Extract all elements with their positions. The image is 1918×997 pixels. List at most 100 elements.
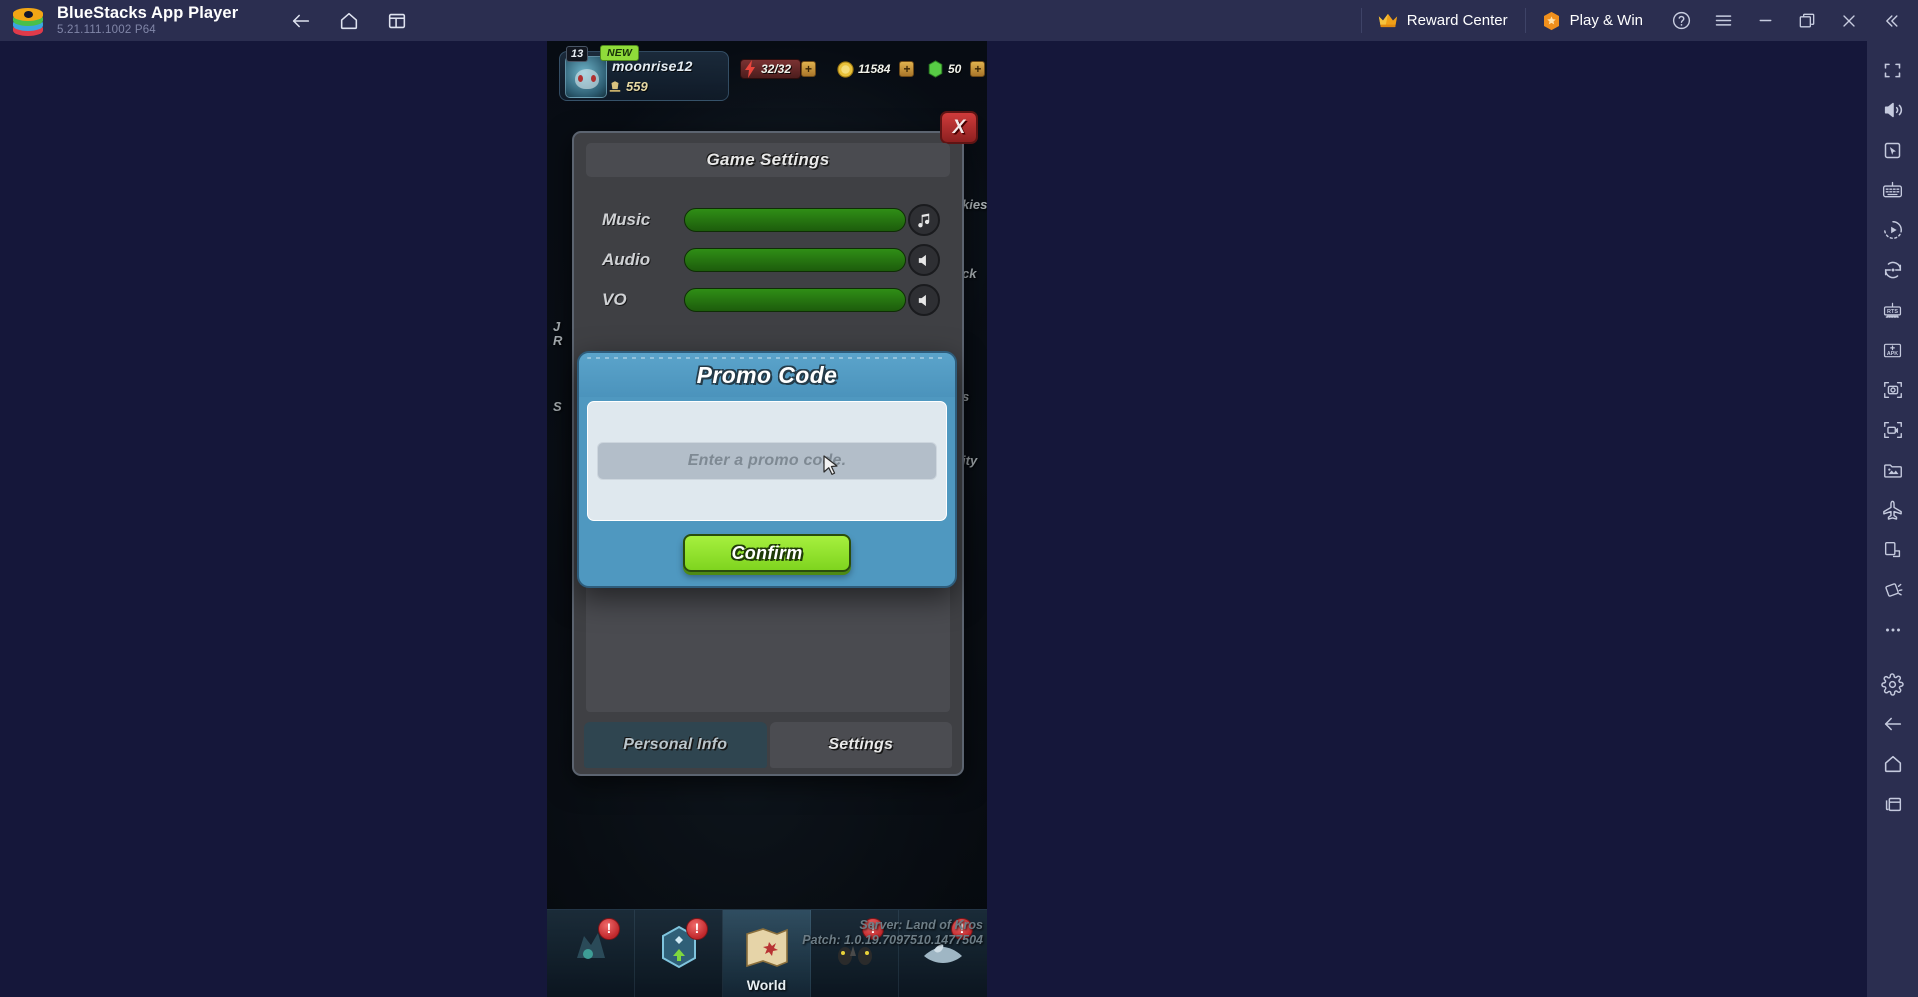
sidebar-item-eco-mode[interactable] <box>1873 490 1913 530</box>
tab-settings[interactable]: Settings <box>769 722 952 768</box>
tab-personal-info[interactable]: Personal Info <box>584 722 767 768</box>
promo-code-modal: Promo Code Enter a promo code. Confirm <box>577 351 957 588</box>
sidebar-item-screenshot[interactable] <box>1873 370 1913 410</box>
app-root: BlueStacks App Player 5.21.111.1002 P64 <box>0 0 1918 997</box>
player-level: 13 <box>566 46 589 62</box>
back-button[interactable] <box>282 4 320 38</box>
music-slider[interactable] <box>684 208 906 232</box>
sidebar-item-settings[interactable] <box>1873 664 1913 704</box>
sidebar-item-rotate[interactable] <box>1873 250 1913 290</box>
minimize-button[interactable] <box>1744 0 1786 41</box>
sidebar-item-android-home[interactable] <box>1873 744 1913 784</box>
sidebar-item-install-apk[interactable]: APK <box>1873 330 1913 370</box>
home-icon <box>1884 755 1901 773</box>
sidebar-item-game-controls[interactable] <box>1873 130 1913 170</box>
window-controls <box>1660 0 1918 41</box>
home-button[interactable] <box>330 4 368 38</box>
keyboard-icon <box>1882 181 1903 197</box>
sidebar-item-more[interactable] <box>1873 610 1913 650</box>
video-record-icon <box>1883 421 1902 439</box>
close-button[interactable] <box>1828 0 1870 41</box>
vo-toggle-button[interactable] <box>908 284 940 316</box>
promo-code-placeholder: Enter a promo code. <box>687 452 847 469</box>
nav-item-shop[interactable]: ! <box>899 910 987 997</box>
alert-badge: ! <box>862 918 884 940</box>
music-note-icon <box>917 213 929 227</box>
left-clipped-text-b: R <box>553 333 563 348</box>
clipped-text-3: ity <box>962 453 978 468</box>
collapse-button[interactable] <box>1870 0 1912 41</box>
clipped-text-0: kies <box>962 197 987 212</box>
recents-icon <box>1885 797 1901 812</box>
sidebar-item-multi-instance[interactable] <box>1873 530 1913 570</box>
reward-center-button[interactable]: Reward Center <box>1360 0 1525 41</box>
sidebar-item-volume[interactable] <box>1873 90 1913 130</box>
tab-personal-info-label: Personal Info <box>623 736 728 753</box>
settings-tabs: Personal Info Settings <box>584 722 952 768</box>
fullscreen-icon <box>1884 63 1901 77</box>
gold-resource[interactable]: 11584 + <box>835 58 915 80</box>
minimize-icon <box>1759 19 1771 22</box>
music-label: Music <box>602 210 651 229</box>
gem-plus-button[interactable]: + <box>970 61 986 77</box>
sidebar-item-keymapping[interactable] <box>1873 170 1913 210</box>
alert-badge: ! <box>686 918 708 940</box>
energy-value: 32/32 <box>761 62 792 76</box>
clipped-text-1: ck <box>962 266 977 281</box>
energy-plus-button[interactable]: + <box>801 61 817 77</box>
gold-value: 11584 <box>858 62 891 76</box>
nav-item-alchemy[interactable]: ! <box>547 910 635 997</box>
energy-resource[interactable]: 32/32 + <box>740 58 817 80</box>
screenshot-icon <box>1883 381 1902 399</box>
gold-plus-button[interactable]: + <box>899 61 915 77</box>
game-hud: 13 NEW moonrise12 559 32/32 + 11584 + 50… <box>547 45 987 103</box>
music-toggle-button[interactable] <box>908 204 940 236</box>
audio-slider[interactable] <box>684 248 906 272</box>
rts-mode-icon: RTS <box>1883 302 1902 318</box>
audio-toggle-button[interactable] <box>908 244 940 276</box>
sidebar-item-fullscreen[interactable] <box>1873 50 1913 90</box>
sidebar-item-android-back[interactable] <box>1873 704 1913 744</box>
gem-resource[interactable]: 50 + <box>925 58 986 80</box>
maximize-restore-icon <box>1799 13 1815 28</box>
speaker-icon <box>918 254 926 266</box>
player-power: 559 <box>626 79 648 94</box>
cursor-box-icon <box>1884 142 1901 158</box>
help-button[interactable] <box>1660 0 1702 41</box>
multi-instance-icon <box>1884 541 1900 558</box>
app-title: BlueStacks App Player <box>57 3 239 22</box>
game-bottom-nav: ! ! World ! ! <box>547 909 987 997</box>
nav-item-characters[interactable]: ! <box>811 910 899 997</box>
nav-item-upgrade[interactable]: ! <box>635 910 723 997</box>
nav-item-world-label: World <box>746 977 787 993</box>
left-clipped-text-a: J <box>553 319 561 334</box>
crown-icon <box>1378 13 1397 28</box>
multi-window-icon <box>389 13 406 28</box>
bluestacks-logo-icon <box>13 6 43 36</box>
sidebar-item-android-recents[interactable] <box>1873 784 1913 824</box>
sidebar-item-media-manager[interactable] <box>1873 450 1913 490</box>
recents-button[interactable] <box>378 4 416 38</box>
arrow-left-icon <box>1884 717 1901 731</box>
home-icon <box>341 12 358 29</box>
tab-settings-label: Settings <box>828 736 894 753</box>
rotate-icon <box>1884 261 1901 279</box>
game-viewport[interactable]: 13 NEW moonrise12 559 32/32 + 11584 + 50… <box>547 41 987 997</box>
confirm-button[interactable]: Confirm <box>683 534 851 572</box>
left-clipped-text-c: S <box>553 399 562 414</box>
alert-badge: ! <box>951 918 973 940</box>
vo-slider[interactable] <box>684 288 906 312</box>
sidebar-item-rts-mode[interactable]: RTS <box>1873 290 1913 330</box>
maximize-button[interactable] <box>1786 0 1828 41</box>
svg-text:RTS: RTS <box>1887 309 1898 315</box>
sidebar-item-macro[interactable] <box>1873 210 1913 250</box>
promo-code-input[interactable]: Enter a promo code. <box>597 442 937 480</box>
player-card[interactable]: 13 NEW moonrise12 559 <box>559 45 729 101</box>
play-and-win-button[interactable]: Play & Win <box>1524 0 1660 41</box>
menu-button[interactable] <box>1702 0 1744 41</box>
sidebar-item-shake[interactable] <box>1873 570 1913 610</box>
nav-item-world[interactable]: World <box>723 910 811 997</box>
sidebar-item-record-screen[interactable] <box>1873 410 1913 450</box>
titlebar: BlueStacks App Player 5.21.111.1002 P64 <box>0 0 1918 41</box>
settings-close-button[interactable]: X <box>940 111 978 144</box>
